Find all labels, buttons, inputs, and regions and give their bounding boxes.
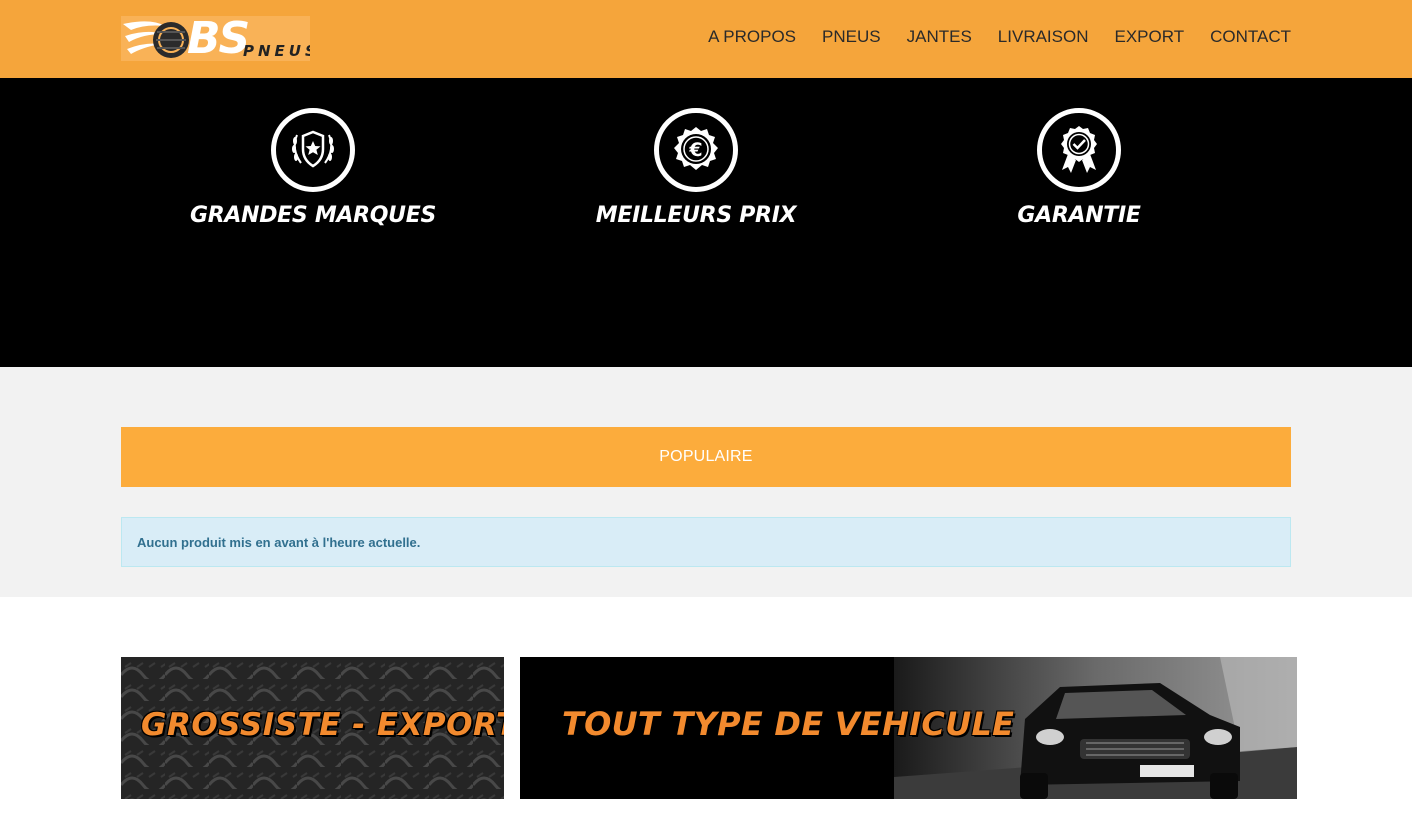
- feature-grandes-marques: GRANDES MARQUES: [163, 108, 463, 229]
- info-alert: Aucun produit mis en avant à l'heure act…: [121, 517, 1291, 567]
- laurel-shield-star-icon: [292, 130, 334, 168]
- nav-link-a-propos[interactable]: A PROPOS: [708, 27, 796, 47]
- feature-meilleurs-prix: € MEILLEURS PRIX: [546, 108, 846, 229]
- feature-icon-ring: [271, 108, 355, 192]
- popular-heading: POPULAIRE: [659, 448, 753, 465]
- nav-link-livraison[interactable]: LIVRAISON: [998, 27, 1089, 47]
- logo-subtext: PNEUS: [243, 42, 310, 60]
- nav-link-contact[interactable]: CONTACT: [1210, 27, 1291, 47]
- features-band: GRANDES MARQUES € MEILLEURS PRIX GARANTI…: [0, 78, 1412, 367]
- popular-section: POPULAIRE Aucun produit mis en avant à l…: [0, 367, 1412, 597]
- popular-heading-bar: POPULAIRE: [121, 427, 1291, 487]
- feature-icon-ring: [1037, 108, 1121, 192]
- nav-link-pneus[interactable]: PNEUS: [822, 27, 881, 47]
- svg-text:€: €: [688, 139, 702, 161]
- euro-seal-icon: €: [674, 127, 718, 170]
- feature-garantie: GARANTIE: [929, 108, 1229, 229]
- main-nav: A PROPOS PNEUS JANTES LIVRAISON EXPORT C…: [708, 27, 1291, 47]
- site-header: BS PNEUS A PROPOS PNEUS JANTES LIVRAISON…: [0, 0, 1412, 78]
- feature-title: GARANTIE: [1017, 203, 1141, 228]
- site-logo[interactable]: BS PNEUS: [121, 16, 310, 61]
- feature-title: MEILLEURS PRIX: [595, 203, 797, 228]
- nav-link-jantes[interactable]: JANTES: [907, 27, 972, 47]
- feature-icon-ring: €: [654, 108, 738, 192]
- feature-title: GRANDES MARQUES: [189, 203, 437, 228]
- banner-grossiste-export[interactable]: GROSSISTE - EXPORT: [121, 657, 504, 799]
- banner-title: TOUT TYPE DE VEHICULE: [562, 705, 1015, 743]
- nav-link-export[interactable]: EXPORT: [1115, 27, 1185, 47]
- logo-text: BS: [187, 16, 250, 61]
- banner-title: GROSSISTE - EXPORT: [141, 707, 504, 743]
- alert-message: Aucun produit mis en avant à l'heure act…: [137, 535, 421, 550]
- banner-tout-type-vehicule[interactable]: TOUT TYPE DE VEHICULE: [520, 657, 1297, 799]
- award-ribbon-check-icon: [1061, 126, 1097, 173]
